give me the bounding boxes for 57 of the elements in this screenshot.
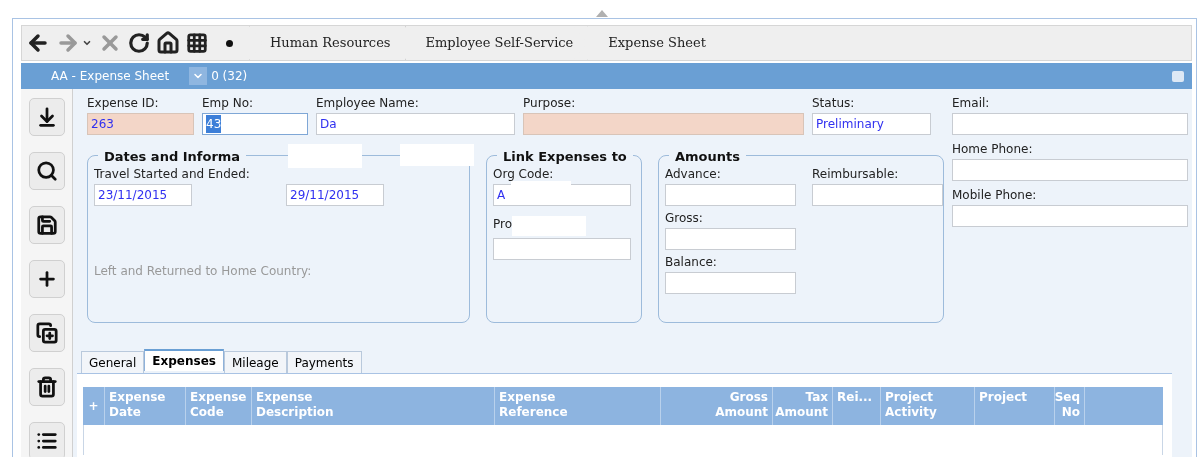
sidebar-button[interactable] [28, 152, 65, 190]
sidebar-button[interactable] [28, 314, 65, 352]
input-field[interactable] [665, 272, 796, 294]
caret-icon[interactable] [82, 38, 92, 48]
field-label: Mobile Phone: [952, 187, 1038, 203]
field-label: Gross: [665, 210, 704, 226]
note-icon[interactable] [1172, 70, 1184, 82]
tab[interactable]: General [81, 351, 145, 373]
field-label: Balance: [665, 254, 718, 270]
input-field[interactable] [665, 184, 796, 206]
input-field[interactable]: 23/11/2015 [94, 184, 192, 206]
field-label: Org Code: [493, 166, 555, 182]
dropdown-button[interactable] [189, 67, 208, 85]
field-label: Purpose: [523, 95, 577, 111]
input-field[interactable]: 29/11/2015 [286, 184, 384, 206]
field-label: Travel Started and Ended: [94, 166, 251, 182]
input-field[interactable]: 263 [87, 113, 194, 135]
input-field[interactable]: 43 [202, 113, 308, 135]
collapse-icon[interactable] [596, 10, 608, 17]
grid-icon[interactable] [186, 32, 208, 54]
sidebar-button[interactable] [28, 260, 65, 298]
field-label: Email: [952, 95, 991, 111]
field-label: Advance: [665, 166, 722, 182]
sidebar-button[interactable] [28, 422, 65, 457]
field-label: Employee Name: [316, 95, 420, 111]
sidebar-button[interactable] [28, 368, 65, 406]
input-field[interactable] [523, 113, 804, 135]
back-icon[interactable] [26, 31, 50, 55]
copy-icon [35, 322, 58, 344]
sidebar-button[interactable] [28, 98, 65, 136]
field-label: Reimbursable: [812, 166, 900, 182]
field-label: Expense ID: [87, 95, 160, 111]
list-icon [35, 430, 58, 452]
tab[interactable]: Payments [286, 351, 362, 373]
input-field[interactable]: Da [316, 113, 515, 135]
input-field[interactable] [665, 228, 796, 250]
refresh-icon[interactable] [128, 32, 150, 54]
tab[interactable]: Expenses [144, 349, 224, 371]
field-label: Emp No: [202, 95, 255, 111]
save-icon [35, 214, 58, 236]
tab[interactable]: Mileage [223, 351, 287, 373]
sidebar-button[interactable] [28, 206, 65, 244]
trash-icon [35, 376, 58, 398]
input-field[interactable] [952, 159, 1188, 181]
input-field[interactable] [493, 238, 631, 260]
field-label: Left and Returned to Home Country: [94, 264, 312, 278]
field-label: Pro [493, 216, 513, 233]
field-label: Home Phone: [952, 141, 1034, 157]
input-field[interactable]: Preliminary [812, 113, 931, 135]
window-title: AA - Expense Sheet [51, 68, 170, 85]
field-label: Status: [812, 95, 856, 111]
input-field[interactable] [952, 113, 1188, 135]
home-icon[interactable] [156, 31, 180, 55]
record-count: 0 (32) [211, 68, 248, 85]
input-field[interactable] [952, 205, 1188, 227]
search-icon [35, 160, 58, 182]
input-field[interactable] [812, 184, 943, 206]
